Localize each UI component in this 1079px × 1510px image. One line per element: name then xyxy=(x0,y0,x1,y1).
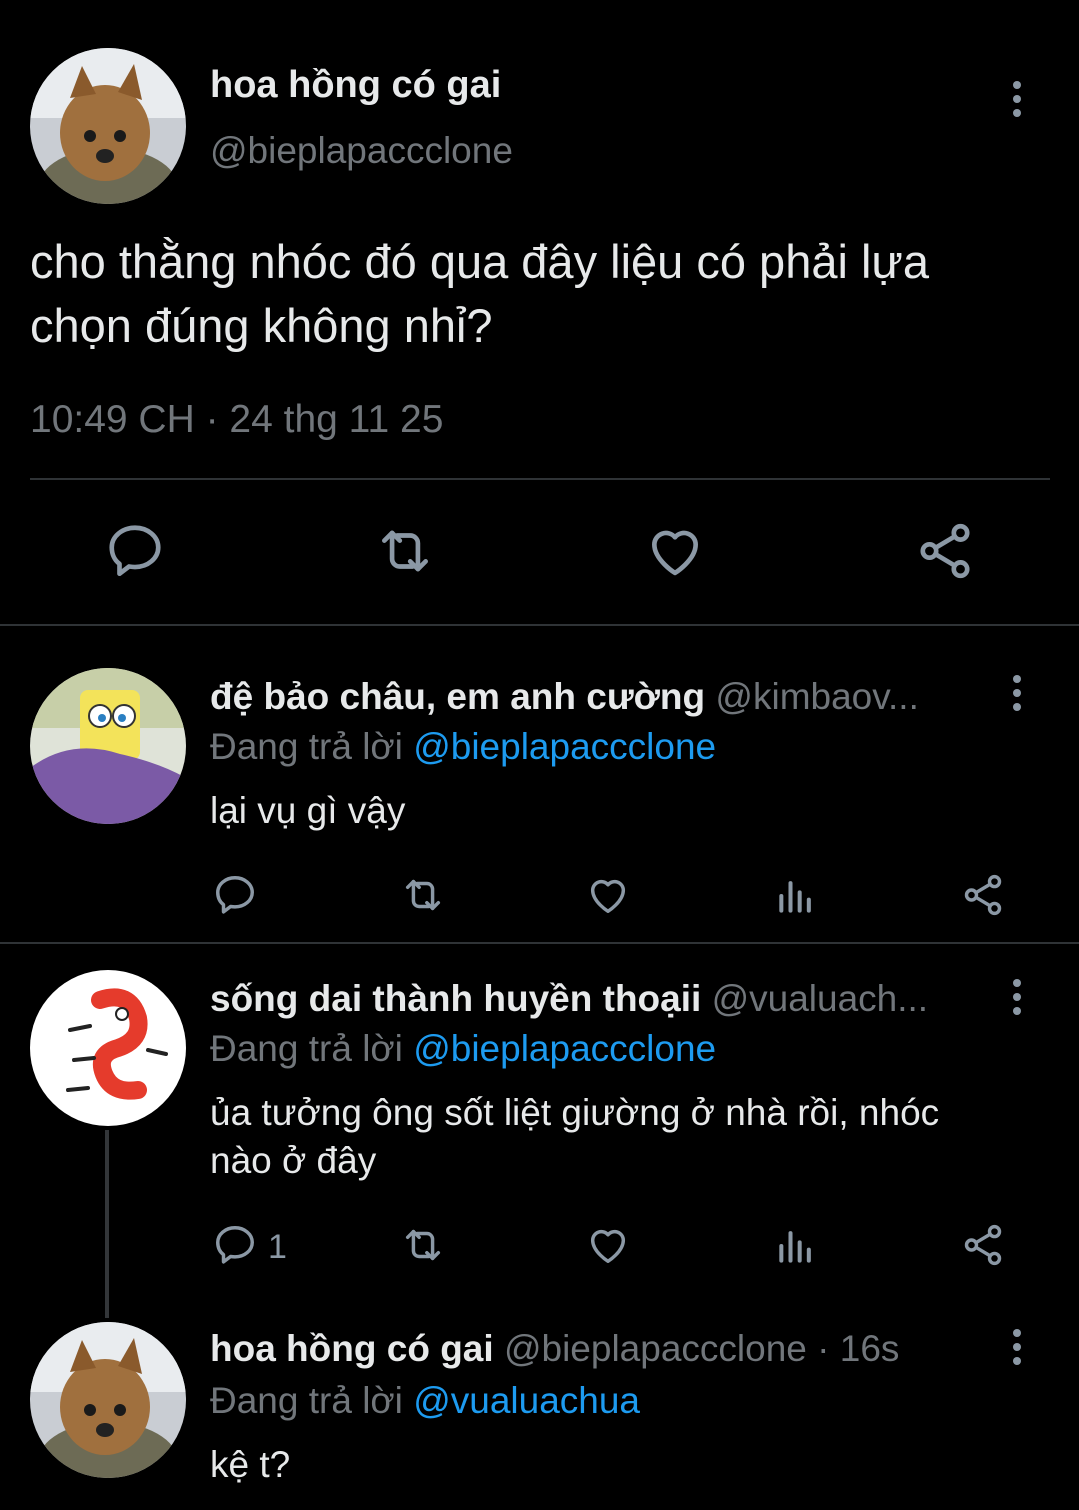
more-icon[interactable] xyxy=(1002,668,1032,718)
replying-to-link[interactable]: @vualuachua xyxy=(413,1380,640,1421)
avatar[interactable] xyxy=(30,970,186,1126)
replying-to-label: Đang trả lời xyxy=(210,1028,403,1069)
like-icon[interactable] xyxy=(644,520,706,582)
views-icon[interactable] xyxy=(774,874,818,918)
retweet-icon[interactable] xyxy=(398,872,448,918)
avatar[interactable] xyxy=(30,48,186,204)
views-icon[interactable] xyxy=(774,1224,818,1268)
reply-author-name[interactable]: đệ bảo châu, em anh cường xyxy=(210,676,705,717)
tweet-text-line-1: cho thằng nhóc đó qua đây liệu có phải l… xyxy=(30,235,930,288)
spongebob-avatar-image xyxy=(30,668,186,824)
tweet-divider xyxy=(30,478,1050,480)
avatar[interactable] xyxy=(30,1322,186,1478)
replying-to-link[interactable]: @bieplapaccclone xyxy=(413,1028,716,1069)
more-icon[interactable] xyxy=(1002,972,1032,1022)
thread-connector xyxy=(105,1130,109,1318)
replying-to-label: Đang trả lời xyxy=(210,1380,403,1421)
share-icon[interactable] xyxy=(960,1222,1006,1268)
dragon-avatar-image xyxy=(30,970,186,1126)
dog-avatar-image xyxy=(30,1322,186,1478)
reply-author-handle[interactable]: @vualuach... xyxy=(712,978,929,1019)
reply-author-name[interactable]: sống dai thành huyền thoạii xyxy=(210,978,701,1019)
like-icon[interactable] xyxy=(584,872,632,918)
section-divider xyxy=(0,624,1079,626)
more-icon[interactable] xyxy=(1002,1322,1032,1372)
reply-count: 1 xyxy=(268,1228,287,1266)
reply-icon[interactable] xyxy=(212,1222,258,1268)
tweet-author-name[interactable]: hoa hồng có gai xyxy=(210,64,501,107)
avatar[interactable] xyxy=(30,668,186,824)
reply-text: lại vụ gì vậy xyxy=(210,790,406,831)
more-icon[interactable] xyxy=(1002,74,1032,124)
reply-icon[interactable] xyxy=(212,872,258,918)
retweet-icon[interactable] xyxy=(372,520,438,582)
like-icon[interactable] xyxy=(584,1222,632,1268)
reply-author-handle[interactable]: @kimbaov... xyxy=(715,676,918,717)
dog-avatar-image xyxy=(30,48,186,204)
retweet-icon[interactable] xyxy=(398,1222,448,1268)
replying-to-label: Đang trả lời xyxy=(210,726,403,767)
reply-author-name[interactable]: hoa hồng có gai xyxy=(210,1328,494,1369)
section-divider xyxy=(0,942,1079,944)
replying-to-link[interactable]: @bieplapaccclone xyxy=(413,726,716,767)
reply-text-line-2: nào ở đây xyxy=(210,1140,377,1181)
tweet-timestamp[interactable]: 10:49 CH · 24 thg 11 25 xyxy=(30,398,443,442)
tweet-text-line-2: chọn đúng không nhỉ? xyxy=(30,299,493,352)
reply-text: kệ t? xyxy=(210,1444,291,1485)
share-icon[interactable] xyxy=(960,872,1006,918)
reply-text-line-1: ủa tưởng ông sốt liệt giường ở nhà rồi, … xyxy=(210,1092,940,1133)
reply-author-handle[interactable]: @bieplapaccclone · 16s xyxy=(504,1328,899,1369)
reply-icon[interactable] xyxy=(104,520,166,582)
share-icon[interactable] xyxy=(914,520,976,582)
tweet-author-handle[interactable]: @bieplapaccclone xyxy=(210,130,513,172)
